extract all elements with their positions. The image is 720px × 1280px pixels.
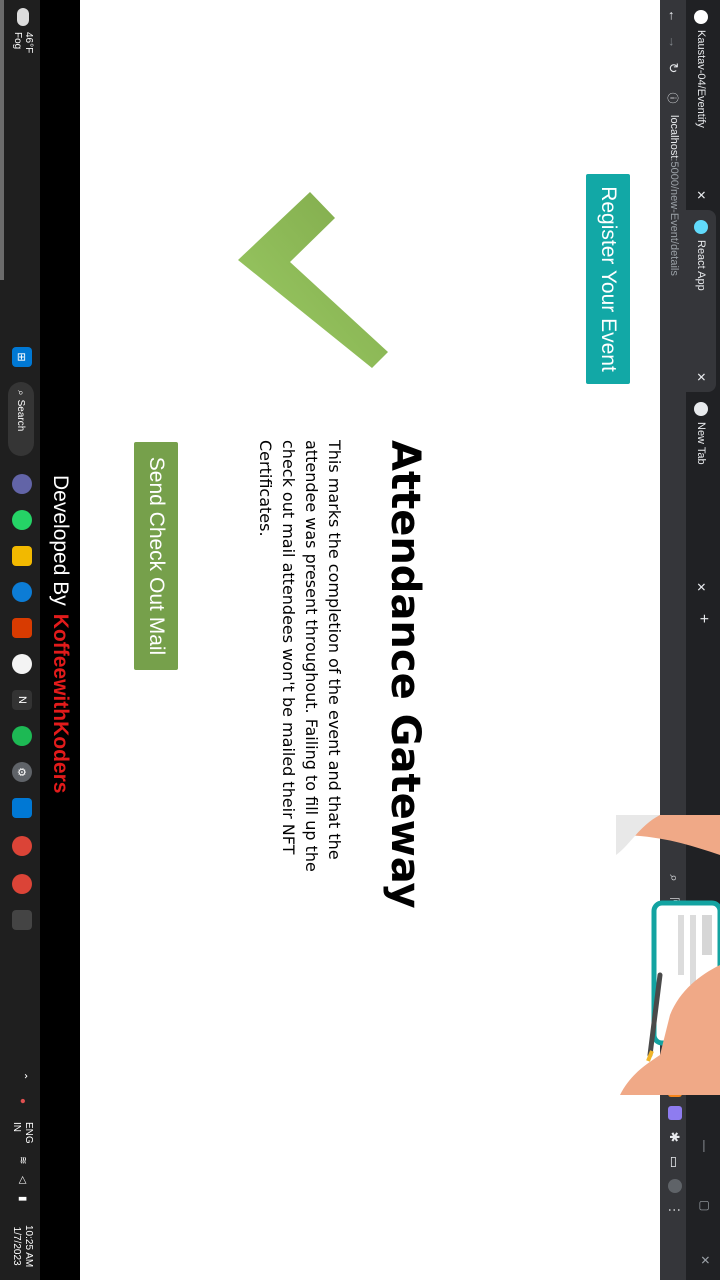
hand-signing-illustration: [616, 815, 720, 1095]
battery-icon[interactable]: ▮: [16, 1196, 28, 1202]
desktop-screen: Kaustav-04/Eventify ✕ React App ✕ New Ta…: [0, 0, 720, 1280]
forward-icon[interactable]: →: [666, 34, 681, 50]
store-icon[interactable]: [12, 654, 32, 674]
snipping-tool-icon[interactable]: [12, 910, 32, 930]
windows-taskbar: 46°F Fog ⊞ ⌕ Search N ⚙ ⌃ ● ENG IN ≋ ◁ ▮: [0, 0, 40, 1280]
spotify-icon[interactable]: [12, 726, 32, 746]
horizontal-scrollbar[interactable]: [0, 0, 4, 280]
developer-credit-bar: Developed By KoffeewithKoders: [40, 0, 80, 1280]
file-explorer-icon[interactable]: [12, 546, 32, 566]
settings-gear-icon[interactable]: ⚙: [12, 762, 32, 782]
tab-label: Kaustav-04/Eventify: [695, 30, 707, 128]
vscode-icon[interactable]: [12, 798, 32, 818]
clock-time: 10:25 AM: [23, 1225, 34, 1268]
volume-icon[interactable]: ◁: [16, 1176, 28, 1184]
cloud-fog-icon: [17, 8, 29, 26]
side-panel-icon[interactable]: ▭: [666, 1154, 682, 1170]
search-icon: ⌕: [15, 390, 27, 396]
tab-react-app[interactable]: React App ✕: [686, 210, 716, 392]
maximize-icon[interactable]: ▢: [698, 1200, 712, 1211]
tab-label: New Tab: [695, 422, 707, 465]
language-indicator[interactable]: ENG IN: [10, 1122, 34, 1144]
tray-chevron-icon[interactable]: ⌃: [16, 1072, 28, 1080]
windows-start-icon[interactable]: ⊞: [12, 347, 32, 367]
language-line2: IN: [11, 1122, 22, 1132]
new-tab-button[interactable]: +: [694, 614, 712, 623]
tab-new-tab[interactable]: New Tab ✕: [686, 392, 716, 602]
url-host: localhost: [668, 115, 680, 159]
site-info-icon[interactable]: ⓘ: [665, 90, 681, 106]
page-title: Attendance Gateway: [382, 440, 428, 909]
tab-eventify[interactable]: Kaustav-04/Eventify ✕: [686, 0, 716, 210]
window-close-icon[interactable]: ✕: [698, 1255, 712, 1265]
react-icon: [694, 220, 708, 234]
chrome-profile-icon[interactable]: [12, 874, 32, 894]
page-description: This marks the completion of the event a…: [256, 440, 344, 872]
more-menu-icon[interactable]: ⋮: [666, 1202, 682, 1218]
minimize-icon[interactable]: —: [698, 1140, 712, 1152]
chrome-icon[interactable]: [12, 836, 32, 856]
weather-condition: Fog: [12, 32, 23, 50]
clock-date: 1/7/2023: [11, 1226, 22, 1266]
developer-brand[interactable]: KoffeewithKoders: [48, 614, 72, 794]
address-bar-input[interactable]: localhost:5000/new-Event/details: [668, 115, 680, 276]
reload-icon[interactable]: ↻: [665, 60, 681, 76]
whatsapp-icon[interactable]: [12, 510, 32, 530]
search-label: Search: [15, 399, 27, 432]
notion-icon[interactable]: N: [12, 690, 32, 710]
back-icon[interactable]: ←: [666, 8, 681, 24]
edge-icon[interactable]: [12, 582, 32, 602]
chrome-icon: [694, 402, 708, 416]
url-path: :5000/new-Event/details: [668, 158, 680, 276]
language-line1: ENG: [23, 1122, 34, 1144]
close-icon[interactable]: ✕: [694, 582, 708, 592]
wifi-icon[interactable]: ≋: [16, 1156, 28, 1164]
profile-avatar[interactable]: [668, 1179, 682, 1193]
weather-widget[interactable]: 46°F Fog: [12, 8, 34, 53]
github-icon: [694, 10, 708, 24]
tab-label: React App: [695, 240, 707, 291]
taskbar-search[interactable]: ⌕ Search: [8, 382, 34, 456]
taskbar-clock[interactable]: 10:25 AM 1/7/2023: [10, 1225, 34, 1267]
developer-prefix: Developed By: [49, 475, 72, 606]
teams-icon[interactable]: [12, 474, 32, 494]
office-icon[interactable]: [12, 618, 32, 638]
extension-puzzle-color-icon[interactable]: [668, 1106, 682, 1120]
register-event-button[interactable]: Register Your Event: [586, 174, 630, 384]
check-mark-icon: [238, 192, 388, 368]
tray-app-icon[interactable]: ●: [16, 1098, 28, 1104]
close-icon[interactable]: ✕: [694, 190, 708, 200]
weather-temp: 46°F: [23, 32, 34, 54]
extensions-puzzle-icon[interactable]: ✱: [666, 1129, 682, 1145]
send-checkout-mail-button[interactable]: Send Check Out Mail: [134, 442, 178, 670]
close-icon[interactable]: ✕: [694, 372, 708, 382]
